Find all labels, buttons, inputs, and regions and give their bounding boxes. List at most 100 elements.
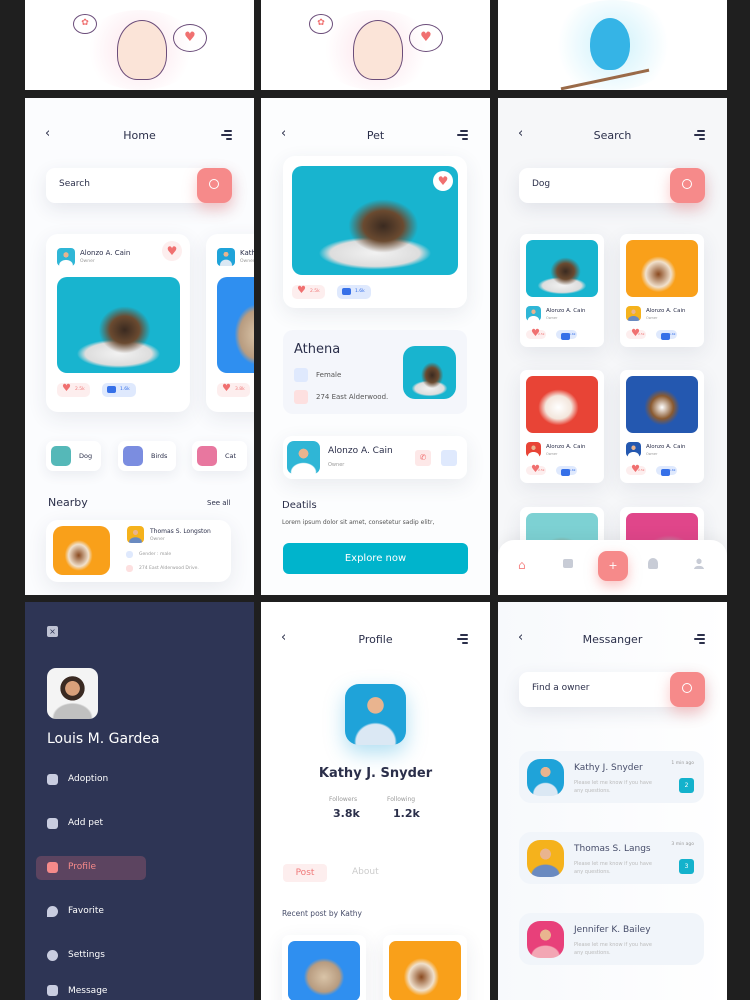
paw-bubble-icon: ✿ xyxy=(309,14,333,34)
owner-role: Owner xyxy=(328,462,345,468)
search-input[interactable]: Find a owner xyxy=(519,672,705,707)
message-item[interactable]: Jennifer K. Bailey Please let me know if… xyxy=(519,913,704,965)
bell-icon[interactable] xyxy=(648,558,658,569)
comments-count[interactable]: 1.6k xyxy=(656,330,677,340)
result-card[interactable]: Alonzo A. Cain Owner 2.5k 1.6k xyxy=(620,234,704,347)
result-card[interactable]: Alonzo A. Cain Owner 2.5k 1.6k xyxy=(520,234,604,347)
favorite-heart-icon[interactable]: ♥ xyxy=(162,241,182,261)
message-preview: Please let me know if you have any quest… xyxy=(574,861,652,875)
search-query: Dog xyxy=(532,179,551,189)
add-icon[interactable]: + xyxy=(598,551,628,581)
comments-count[interactable]: 1.6k xyxy=(102,383,136,397)
message-time: 3 min ago xyxy=(671,842,694,847)
likes-count[interactable]: 2.5k xyxy=(626,329,646,339)
search-placeholder: Search xyxy=(59,179,90,189)
message-icon[interactable] xyxy=(441,450,457,466)
page-title: Search xyxy=(593,129,632,142)
tab-post[interactable]: Post xyxy=(283,864,327,882)
comments-count[interactable]: 1.6k xyxy=(656,466,677,476)
comments-count[interactable]: 1.6k xyxy=(556,466,577,476)
avatar xyxy=(527,921,564,958)
cat-face xyxy=(117,20,167,80)
user-icon[interactable] xyxy=(694,558,704,569)
see-all-link[interactable]: See all xyxy=(207,499,230,507)
nearby-card[interactable]: Thomas S. Longston Owner Gender : male 2… xyxy=(46,520,231,582)
menu-icon[interactable] xyxy=(694,634,705,646)
paw-icon xyxy=(47,774,58,785)
result-card[interactable]: Alonzo A. Cain Owner 2.5k 1.6k xyxy=(620,370,704,483)
menu-item-label: Adoption xyxy=(68,774,109,784)
comments-count[interactable]: 1.6k xyxy=(337,285,371,299)
category-cat[interactable]: Cat xyxy=(192,441,247,471)
gear-icon xyxy=(47,950,58,961)
pet-card[interactable]: Kathy J. Snyder Owner 3.8k xyxy=(206,234,254,412)
chat-icon[interactable] xyxy=(563,559,573,568)
side-menu-screen: × Louis M. Gardea Adoption Add pet Profi… xyxy=(25,602,254,1000)
phone-icon[interactable]: ✆ xyxy=(415,450,431,466)
close-icon[interactable]: × xyxy=(47,626,58,637)
owner-role: Owner xyxy=(646,452,658,456)
menu-item-label: Add pet xyxy=(68,818,104,828)
likes-count[interactable]: 2.5k xyxy=(526,465,546,475)
message-item[interactable]: Thomas S. Langs Please let me know if yo… xyxy=(519,832,704,884)
search-button[interactable] xyxy=(670,168,705,203)
dog-photo xyxy=(389,941,461,1000)
paw-bubble-icon: ✿ xyxy=(73,14,97,34)
avatar xyxy=(526,306,541,321)
comments-count[interactable]: 1.6k xyxy=(556,330,577,340)
owner-role: Owner xyxy=(80,259,95,264)
user-icon xyxy=(47,862,58,873)
avatar xyxy=(217,248,235,266)
page-title: Messanger xyxy=(582,633,643,646)
followers-count: 3.8k xyxy=(333,807,360,820)
avatar xyxy=(127,526,144,543)
search-input[interactable]: Dog xyxy=(519,168,705,203)
search-button[interactable] xyxy=(197,168,232,203)
search-input[interactable]: Search xyxy=(46,168,232,203)
owner-name: Alonzo A. Cain xyxy=(646,444,686,450)
likes-count[interactable]: 3.8k xyxy=(217,382,250,397)
menu-icon[interactable] xyxy=(457,634,468,646)
avatar xyxy=(527,840,564,877)
cat-photo xyxy=(217,277,254,373)
bird-illustration xyxy=(590,18,630,70)
post-card[interactable] xyxy=(282,935,366,1000)
sender-name: Jennifer K. Bailey xyxy=(574,925,651,935)
owner-name: Alonzo A. Cain xyxy=(646,308,686,314)
category-birds[interactable]: Birds xyxy=(118,441,176,471)
pet-name: Athena xyxy=(294,342,341,357)
address: 274 East Alderwood Drive. xyxy=(139,566,199,571)
message-item[interactable]: Kathy J. Snyder Please let me know if yo… xyxy=(519,751,704,803)
likes-count[interactable]: 2.5k xyxy=(57,382,90,397)
post-card[interactable] xyxy=(383,935,467,1000)
result-card[interactable]: Alonzo A. Cain Owner 2.5k 1.6k xyxy=(520,370,604,483)
menu-item-label: Profile xyxy=(68,862,96,872)
onboarding-panel-cat-1: ✿ ♥ xyxy=(25,0,254,90)
owner-name: Kathy J. Snyder xyxy=(240,249,254,257)
favorite-heart-icon[interactable]: ♥ xyxy=(433,171,453,191)
explore-now-button[interactable]: Explore now xyxy=(283,543,468,574)
home-icon[interactable]: ⌂ xyxy=(518,558,526,572)
menu-icon[interactable] xyxy=(221,130,232,142)
likes-count[interactable]: 2.5k xyxy=(526,329,546,339)
details-title: Deatils xyxy=(282,500,317,511)
followers-label: Followers xyxy=(329,796,358,803)
menu-icon[interactable] xyxy=(457,130,468,142)
owner-card[interactable]: Alonzo A. Cain Owner ✆ xyxy=(283,436,467,479)
menu-icon[interactable] xyxy=(694,130,705,142)
sender-name: Kathy J. Snyder xyxy=(574,763,643,773)
tab-about[interactable]: About xyxy=(352,867,379,877)
paw-icon xyxy=(294,368,308,382)
section-title: Nearby xyxy=(48,496,88,509)
search-button[interactable] xyxy=(670,672,705,707)
likes-count[interactable]: 2.5k xyxy=(292,284,325,299)
likes-count[interactable]: 2.5k xyxy=(626,465,646,475)
message-preview: Please let me know if you have any quest… xyxy=(574,942,652,956)
details-text: Lorem ipsum dolor sit amet, consetetur s… xyxy=(282,519,435,526)
profile-name: Kathy J. Snyder xyxy=(318,766,433,781)
category-dog[interactable]: Dog xyxy=(46,441,101,471)
page-title: Profile xyxy=(358,633,393,646)
pet-photo-card: ♥ 2.5k 1.6k xyxy=(283,156,467,308)
cat-photo xyxy=(288,941,360,1000)
pet-card[interactable]: Alonzo A. Cain Owner ♥ 2.5k 1.6k xyxy=(46,234,190,412)
